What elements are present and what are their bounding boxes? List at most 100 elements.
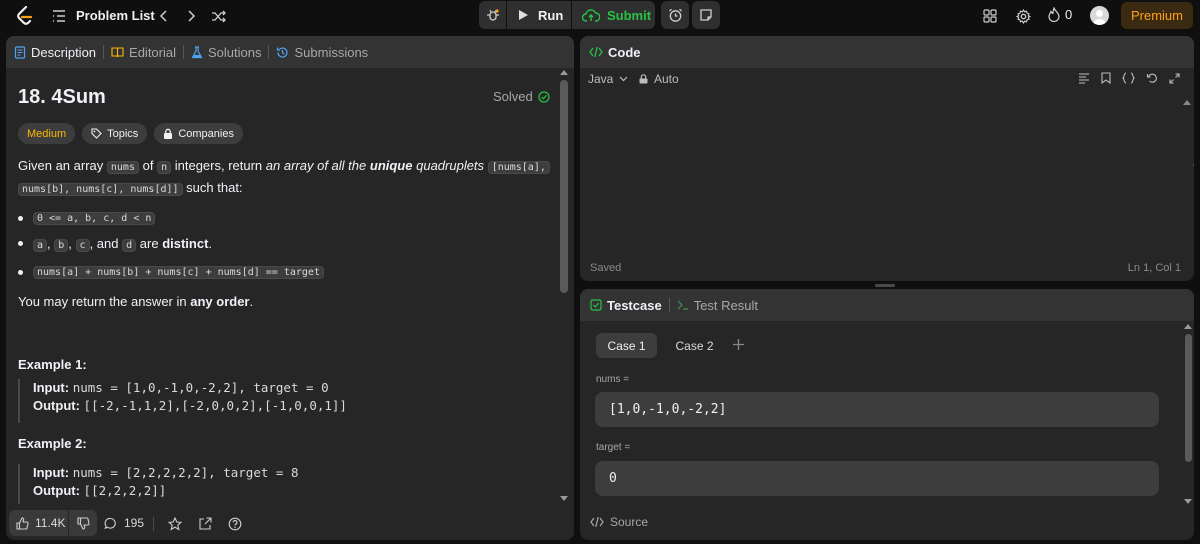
layout-grid-icon[interactable] [982, 8, 998, 24]
comments-button[interactable]: 195 [104, 516, 144, 530]
code-brackets-icon [590, 516, 604, 528]
expand-icon[interactable] [1169, 72, 1180, 84]
thumbs-up-icon [16, 516, 29, 530]
line-number: 3 [580, 138, 1194, 153]
topics-tag[interactable]: Topics [82, 123, 148, 144]
scroll-thumb[interactable] [560, 80, 568, 293]
scroll-down-arrow[interactable] [1184, 499, 1192, 504]
code-panel-title: Code [608, 44, 641, 60]
bug-icon [486, 8, 500, 22]
shuffle-icon[interactable] [210, 8, 226, 24]
vertical-resize-handle[interactable] [875, 284, 895, 287]
format-icon[interactable] [1078, 72, 1090, 84]
check-circle-icon [538, 90, 550, 103]
problem-description: Given an array nums of n integers, retur… [18, 156, 558, 200]
list-item: a, b, c, and d are distinct. [18, 233, 212, 253]
lock-icon [163, 128, 173, 139]
leetcode-logo-icon[interactable] [14, 6, 34, 26]
target-input[interactable]: 0 [595, 461, 1159, 496]
streak-counter[interactable]: 0 [1048, 7, 1072, 22]
play-icon [518, 9, 529, 21]
example-2-block: Input: nums = [2,2,2,2,2], target = 8 Ou… [18, 464, 299, 504]
cloud-upload-icon [582, 8, 600, 22]
tag-icon [91, 128, 102, 139]
list-item: nums[a] + nums[b] + nums[c] + nums[d] ==… [18, 262, 324, 282]
star-icon[interactable] [168, 517, 182, 531]
premium-button[interactable]: Premium [1121, 2, 1193, 29]
scroll-up-arrow[interactable] [1184, 324, 1192, 329]
problem-title: 18. 4Sum [18, 86, 106, 108]
description-paragraph: Given an array nums of n integers, retur… [18, 156, 558, 200]
reset-icon[interactable] [1146, 72, 1158, 84]
tab-test-result[interactable]: Test Result [677, 298, 758, 313]
save-status: Saved [590, 262, 622, 274]
dislike-button[interactable] [69, 510, 97, 536]
avatar[interactable] [1090, 6, 1109, 25]
description-scrollbar[interactable] [557, 68, 571, 508]
next-problem-icon[interactable] [185, 9, 199, 23]
tab-divider [183, 45, 184, 59]
nums-input[interactable]: [1,0,-1,0,-2,2] [595, 392, 1159, 427]
tab-divider [103, 45, 105, 59]
thumbs-down-icon [76, 516, 90, 530]
notes-button[interactable] [692, 1, 720, 29]
tab-testcase[interactable]: Testcase [590, 298, 662, 313]
flask-icon [191, 45, 203, 59]
top-bar: Problem List Run Submit 0 Premium [0, 0, 1200, 32]
language-select[interactable]: Java [588, 72, 628, 86]
tag-row: Medium Topics Companies [18, 123, 243, 144]
tab-description[interactable]: Description [14, 45, 96, 60]
share-icon[interactable] [199, 517, 212, 530]
footer-divider [153, 517, 154, 531]
add-case-icon[interactable] [732, 338, 746, 352]
braces-icon[interactable] [1122, 72, 1135, 84]
help-icon[interactable] [228, 517, 242, 531]
chevron-down-icon [619, 76, 628, 82]
list-item: 0 <= a, b, c, d < n [18, 208, 156, 228]
bookmark-icon[interactable] [1101, 72, 1111, 84]
timer-button[interactable] [661, 1, 689, 29]
tab-solutions[interactable]: Solutions [191, 45, 261, 60]
scroll-thumb[interactable] [1185, 334, 1192, 462]
problem-list-link[interactable]: Problem List [76, 8, 155, 23]
previous-problem-icon[interactable] [156, 9, 170, 23]
description-panel: Description Editorial Solutions Submissi… [6, 36, 574, 540]
scroll-down-arrow[interactable] [560, 496, 568, 501]
example-1-title: Example 1: [18, 357, 87, 372]
editor-toolbar [1078, 72, 1180, 84]
document-icon [14, 45, 26, 59]
scroll-up-arrow[interactable] [560, 70, 568, 75]
tab-submissions[interactable]: Submissions [276, 45, 368, 60]
case-2-tab[interactable]: Case 2 [664, 333, 725, 358]
tab-editorial[interactable]: Editorial [111, 45, 176, 60]
lock-icon [639, 74, 648, 84]
line-number: 6 [580, 195, 1194, 210]
problem-list-icon[interactable] [52, 9, 66, 23]
run-button[interactable]: Run [507, 1, 571, 29]
like-button[interactable]: 11.4K [9, 510, 68, 536]
companies-tag[interactable]: Companies [154, 123, 243, 144]
line-number: 8 [580, 233, 1194, 248]
line-number: 7 [580, 214, 1194, 229]
code-panel-header: Code [580, 36, 1194, 68]
flame-icon [1048, 7, 1060, 22]
scroll-up-arrow[interactable] [1183, 100, 1191, 105]
editor-scrollbar[interactable] [1183, 98, 1191, 248]
case-1-tab[interactable]: Case 1 [596, 333, 657, 358]
history-icon [276, 46, 289, 59]
source-toggle[interactable]: Source [590, 515, 648, 529]
tab-divider [268, 45, 270, 59]
difficulty-badge[interactable]: Medium [18, 123, 76, 144]
nums-label: nums = [596, 374, 630, 385]
testcase-scrollbar[interactable] [1184, 321, 1193, 511]
testcase-panel: Testcase Test Result Case 1 Case 2 nums … [580, 289, 1194, 540]
code-editor[interactable]: 12345678 class Solution { public List<Li… [580, 98, 1194, 248]
settings-gear-icon[interactable] [1015, 8, 1031, 24]
submit-button[interactable]: Submit [572, 1, 655, 29]
auto-mode[interactable]: Auto [639, 72, 679, 86]
debug-button[interactable] [479, 1, 506, 29]
terminal-icon [677, 299, 689, 311]
testcase-tabs: Testcase Test Result [580, 289, 1194, 321]
comment-bubble-icon [104, 517, 117, 530]
code-panel: Code Java Auto 12345678 class Solution {… [580, 36, 1194, 281]
